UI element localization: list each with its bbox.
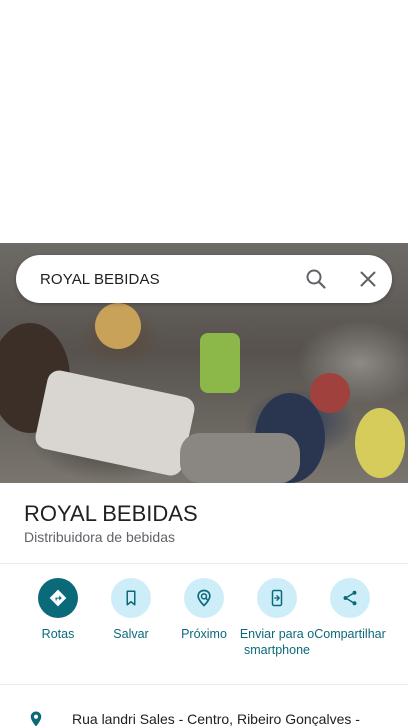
send-to-phone-button[interactable]: Enviar para o smartphone (237, 578, 317, 658)
address-text: Rua landri Sales - Centro, Ribeiro Gonça… (72, 711, 360, 726)
photo-chair-green (200, 333, 240, 393)
save-button[interactable]: Salvar (91, 578, 171, 642)
location-pin-icon (27, 710, 45, 726)
directions-label: Rotas (41, 627, 75, 641)
directions-icon (38, 578, 78, 618)
search-bar[interactable]: ROYAL BEBIDAS (16, 255, 392, 303)
send-to-phone-label: Enviar para o smartphone (239, 627, 315, 657)
nearby-button[interactable]: Próximo (164, 578, 244, 642)
photo-table (33, 368, 197, 478)
action-bar: Rotas Salvar Próximo Enviar para o smart… (0, 578, 408, 678)
photo-person-hat (95, 303, 141, 349)
nearby-icon (184, 578, 224, 618)
share-label: Compartilhar (314, 627, 386, 641)
bookmark-icon (111, 578, 151, 618)
map-blank-area (0, 0, 408, 243)
address-row[interactable]: Rua landri Sales - Centro, Ribeiro Gonça… (0, 700, 408, 726)
photo-person-red (310, 373, 350, 413)
divider-bottom (0, 684, 408, 685)
place-title: ROYAL BEBIDAS (24, 501, 198, 526)
photo-person-yellow (355, 408, 405, 478)
nearby-label: Próximo (181, 627, 227, 641)
send-to-phone-icon (257, 578, 297, 618)
share-button[interactable]: Compartilhar (310, 578, 390, 642)
share-icon (330, 578, 370, 618)
search-input[interactable]: ROYAL BEBIDAS (40, 271, 160, 288)
search-icon[interactable] (304, 267, 328, 291)
save-label: Salvar (113, 627, 149, 641)
place-category: Distribuidora de bebidas (24, 529, 175, 545)
photo-floor (180, 433, 300, 483)
directions-button[interactable]: Rotas (18, 578, 98, 642)
close-icon[interactable] (356, 267, 380, 291)
divider-top (0, 563, 408, 564)
